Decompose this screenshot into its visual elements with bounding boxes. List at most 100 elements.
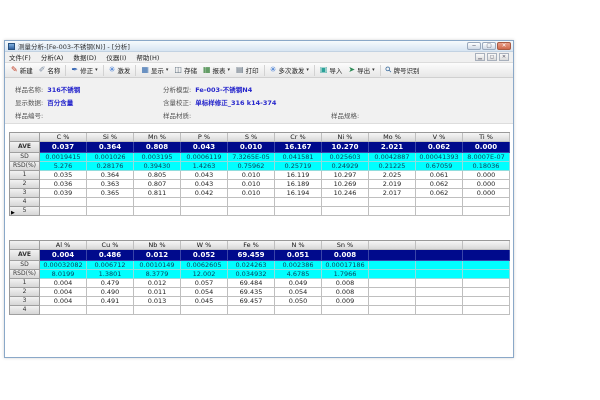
mdi-minimize-icon[interactable]: ▁ [475, 53, 485, 61]
row-header[interactable]: 3 [10, 297, 40, 306]
cell[interactable]: 2.025 [369, 171, 416, 180]
cell[interactable]: 0.486 [87, 250, 134, 261]
cell[interactable]: 0.052 [181, 250, 228, 261]
cell[interactable]: 69.435 [228, 288, 275, 297]
cell[interactable]: 0.045 [181, 297, 228, 306]
cell[interactable]: 0.012 [134, 250, 181, 261]
cell[interactable] [134, 207, 181, 216]
cell[interactable] [228, 207, 275, 216]
cell[interactable]: 0.24929 [322, 162, 369, 171]
cell[interactable] [463, 207, 510, 216]
cell[interactable] [369, 306, 416, 315]
cell[interactable]: 0.75962 [228, 162, 275, 171]
cell[interactable]: 0.010 [228, 180, 275, 189]
cell[interactable] [416, 250, 463, 261]
cell[interactable]: 1.4263 [181, 162, 228, 171]
cell[interactable]: 0.062 [416, 189, 463, 198]
cell[interactable]: 69.457 [228, 297, 275, 306]
cell[interactable]: 0.043 [181, 180, 228, 189]
cell[interactable]: 0.041581 [275, 153, 322, 162]
grade-id-button[interactable]: ⚲牌号识别 [383, 64, 423, 76]
new-button[interactable]: ✎新建 [8, 64, 36, 76]
cell[interactable] [87, 207, 134, 216]
cell[interactable]: 0.050 [275, 297, 322, 306]
cell[interactable]: 2.019 [369, 180, 416, 189]
cell[interactable]: 0.807 [134, 180, 181, 189]
cell[interactable]: 0.0006119 [181, 153, 228, 162]
cell[interactable]: 8.3779 [134, 270, 181, 279]
cell[interactable] [369, 250, 416, 261]
menu-item[interactable]: 帮助(H) [136, 52, 159, 62]
cell[interactable] [369, 198, 416, 207]
cell[interactable] [416, 306, 463, 315]
cell[interactable]: 0.364 [87, 171, 134, 180]
cell[interactable]: 0.00017186 [322, 261, 369, 270]
cell[interactable]: 0.039 [40, 189, 87, 198]
row-header[interactable]: 2 [10, 180, 40, 189]
cell[interactable]: 0.057 [181, 279, 228, 288]
cell[interactable]: 8.0007E-07 [463, 153, 510, 162]
cell[interactable]: 0.054 [181, 288, 228, 297]
cell[interactable]: 0.062 [416, 142, 463, 153]
cell[interactable] [416, 297, 463, 306]
cell[interactable] [181, 198, 228, 207]
cell[interactable]: 7.3265E-05 [228, 153, 275, 162]
cell[interactable]: 0.490 [87, 288, 134, 297]
cell[interactable]: 0.808 [134, 142, 181, 153]
cell[interactable] [463, 250, 510, 261]
name-button[interactable]: ✐名称 [36, 64, 64, 76]
cell[interactable]: 0.054 [275, 288, 322, 297]
cell[interactable]: 0.008 [322, 288, 369, 297]
cell[interactable]: 69.484 [228, 279, 275, 288]
cell[interactable]: 0.363 [87, 180, 134, 189]
cell[interactable] [228, 306, 275, 315]
cell[interactable]: 0.39430 [134, 162, 181, 171]
cell[interactable] [463, 288, 510, 297]
cell[interactable]: 0.036 [40, 180, 87, 189]
cell[interactable]: 0.004 [40, 279, 87, 288]
cell[interactable]: 16.167 [275, 142, 322, 153]
cell[interactable]: 5.276 [40, 162, 87, 171]
row-header[interactable]: 1 [10, 171, 40, 180]
cell[interactable]: 2.021 [369, 142, 416, 153]
cell[interactable]: 0.67059 [416, 162, 463, 171]
cell[interactable] [228, 198, 275, 207]
menu-item[interactable]: 数据(D) [73, 52, 96, 62]
row-header[interactable]: AVE [10, 142, 40, 153]
row-header[interactable]: SD [10, 261, 40, 270]
cell[interactable] [322, 198, 369, 207]
cell[interactable] [416, 198, 463, 207]
cell[interactable]: 0.364 [87, 142, 134, 153]
menu-item[interactable]: 分析(A) [41, 52, 64, 62]
cell[interactable]: 0.0019415 [40, 153, 87, 162]
cell[interactable]: 1.3801 [87, 270, 134, 279]
row-header[interactable]: AVE [10, 250, 40, 261]
cell[interactable]: 8.0199 [40, 270, 87, 279]
cell[interactable]: 0.00041393 [416, 153, 463, 162]
cell[interactable] [40, 306, 87, 315]
cell[interactable] [275, 306, 322, 315]
cell[interactable]: 0.061 [416, 171, 463, 180]
cell[interactable]: 0.049 [275, 279, 322, 288]
cell[interactable]: 0.037 [40, 142, 87, 153]
cell[interactable] [369, 279, 416, 288]
display-button[interactable]: ▦显示▾ [138, 64, 171, 76]
cell[interactable]: 0.062 [416, 180, 463, 189]
close-icon[interactable]: ✕ [497, 42, 511, 50]
cell[interactable] [322, 207, 369, 216]
cell[interactable]: 0.024263 [228, 261, 275, 270]
row-header[interactable]: 1 [10, 279, 40, 288]
cell[interactable] [463, 270, 510, 279]
cell[interactable]: 4.6785 [275, 270, 322, 279]
mdi-close-icon[interactable]: ✕ [499, 53, 509, 61]
row-header[interactable]: 4 [10, 306, 40, 315]
cell[interactable] [463, 198, 510, 207]
cell[interactable]: 1.7966 [322, 270, 369, 279]
cell[interactable]: 0.043 [181, 142, 228, 153]
cell[interactable]: 0.051 [275, 250, 322, 261]
cell[interactable]: 16.119 [275, 171, 322, 180]
cell[interactable] [181, 306, 228, 315]
cell[interactable]: 0.0062605 [181, 261, 228, 270]
cell[interactable] [40, 198, 87, 207]
cell[interactable] [463, 279, 510, 288]
